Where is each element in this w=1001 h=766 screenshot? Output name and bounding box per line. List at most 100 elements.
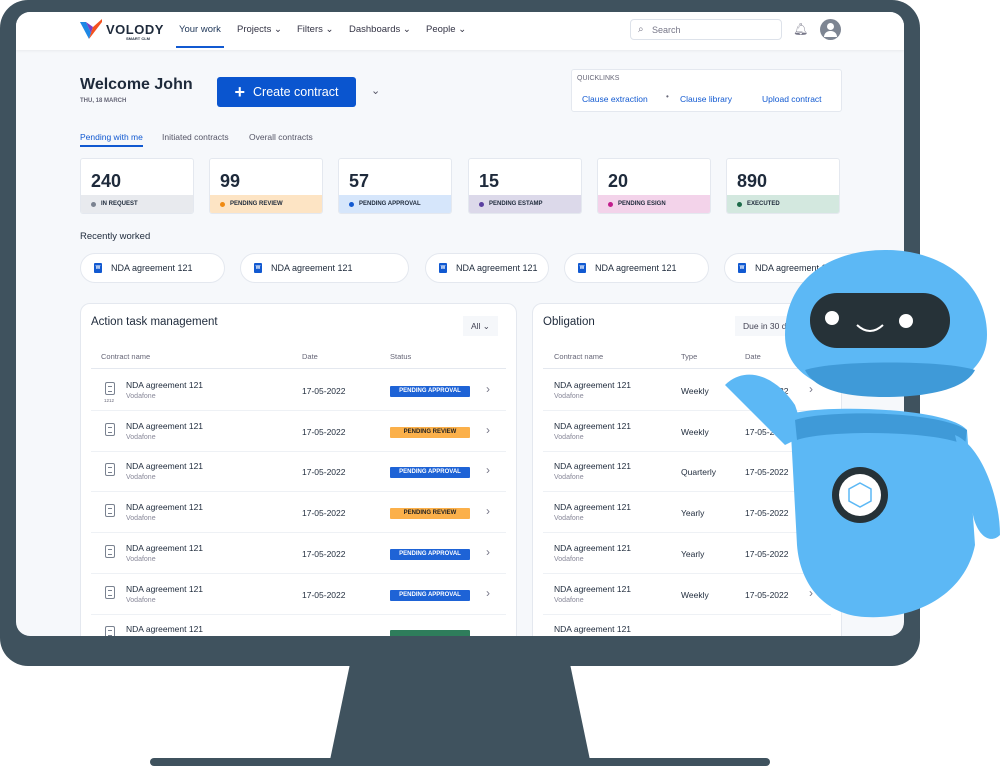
stat-value: 99 [220, 171, 241, 191]
table-row[interactable]: NDA agreement 121 [91, 614, 506, 636]
recent-item[interactable]: W NDA agreement 121 [240, 253, 409, 283]
nav-dashboards[interactable]: Dashboards ⌄ [349, 24, 411, 35]
contract-name: NDA agreement 121 [126, 502, 204, 513]
company-name: Vodafone [554, 596, 584, 604]
obligation-type: Yearly [681, 548, 705, 559]
chevron-right-icon[interactable]: › [486, 545, 490, 559]
table-row[interactable]: NDA agreement 121 Vodafone 17-05-2022 PENDI… [91, 411, 506, 452]
status-badge: PENDING APPROVAL [390, 386, 470, 397]
page-title: Welcome John [80, 76, 193, 93]
stat-label: IN REQUEST [81, 195, 193, 213]
column-header: Contract name [101, 352, 151, 361]
company-name: Vodafone [126, 433, 156, 441]
search-icon: ⌕ [638, 24, 644, 35]
date: 17-05-2022 [302, 508, 346, 519]
recent-item-label: NDA agreement 121 [595, 263, 677, 273]
panel-title: Action task management [91, 316, 218, 328]
table-row[interactable]: NDA agreement 121 Vodafone 17-05-2022 PENDI… [91, 492, 506, 534]
recent-item[interactable]: W NDA agreement 121 [80, 253, 225, 283]
chevron-down-icon[interactable]: ⌄ [371, 84, 380, 97]
stat-value: 240 [91, 171, 122, 191]
stat-card[interactable]: 99 PENDING REVIEW [209, 158, 323, 214]
nav-filters[interactable]: Filters ⌄ [297, 24, 333, 35]
company-name: Vodafone [554, 474, 584, 482]
chevron-right-icon[interactable]: › [486, 586, 490, 600]
stat-label: PENDING ESTAMP [469, 195, 581, 213]
chevron-right-icon[interactable]: › [486, 423, 490, 437]
bell-icon[interactable]: 🔔︎ [793, 22, 808, 36]
create-contract-label: Create contract [253, 85, 339, 99]
status-badge: PENDING APPROVAL [390, 548, 470, 560]
column-header: Type [681, 352, 698, 361]
date: 17-05-2022 [302, 589, 346, 600]
monitor-stand [330, 660, 590, 760]
status-badge: PENDING REVIEW [390, 508, 470, 520]
word-doc-icon: W [254, 263, 262, 273]
word-doc-icon: W [94, 263, 102, 273]
status-badge: PENDING APPROVAL [390, 467, 470, 479]
chevron-right-icon[interactable]: › [486, 504, 490, 518]
brand-name: VOLODY [106, 21, 164, 37]
top-nav: VOLODY SMART CLM Your work Projects ⌄ Fi… [16, 12, 904, 50]
tab-pending-with-me[interactable]: Pending with me [80, 132, 143, 147]
stat-label: PENDING ESIGN [598, 195, 710, 213]
contract-name: NDA agreement 121 [554, 624, 632, 635]
nav-projects[interactable]: Projects ⌄ [237, 24, 282, 35]
table-row[interactable]: NDA agreement 121 Vodafone 17-05-2022 PENDI… [91, 574, 506, 615]
company-name: Vodafone [126, 515, 156, 523]
company-name: Vodafone [126, 474, 156, 482]
logo: VOLODY SMART CLM [80, 19, 164, 41]
stat-card[interactable]: 240 IN REQUEST [80, 158, 194, 214]
brand-tagline: SMART CLM [126, 36, 150, 41]
stat-card[interactable]: 15 PENDING ESTAMP [468, 158, 582, 214]
chevron-right-icon[interactable]: › [486, 463, 490, 477]
separator-dot: • [666, 92, 669, 101]
nav-people[interactable]: People ⌄ [426, 24, 466, 35]
document-icon [105, 463, 115, 477]
tab-overall-contracts[interactable]: Overall contracts [249, 132, 313, 142]
document-icon [105, 504, 115, 518]
link-clause-extraction[interactable]: Clause extraction [582, 94, 648, 104]
obligation-type: Quarterly [681, 467, 716, 478]
action-filter-dropdown[interactable]: All ⌄ [463, 316, 498, 336]
link-clause-library[interactable]: Clause library [680, 94, 732, 104]
divider [91, 368, 506, 369]
stat-value: 20 [608, 171, 629, 191]
recent-item[interactable]: W NDA agreement 121 [425, 253, 549, 283]
word-doc-icon: W [439, 263, 447, 273]
recent-item[interactable]: W NDA agreement 121 [564, 253, 709, 283]
avatar[interactable] [820, 19, 841, 40]
document-icon [105, 585, 115, 599]
contract-name: NDA agreement 121 [126, 583, 204, 594]
recent-item-label: NDA agreement 121 [271, 263, 353, 273]
search-input[interactable]: ⌕ Search [630, 19, 782, 40]
company-name: Vodafone [126, 393, 156, 400]
stat-card[interactable]: 20 PENDING ESIGN [597, 158, 711, 214]
create-contract-button[interactable]: + Create contract [217, 77, 356, 107]
panel-title: Obligation [543, 316, 595, 328]
obligation-type: Weekly [681, 386, 709, 396]
status-badge [390, 630, 470, 636]
nav-your-work[interactable]: Your work [176, 24, 224, 48]
company-name: Vodafone [554, 433, 584, 441]
quicklinks-title: QUICKLINKS [577, 75, 620, 82]
plus-icon: + [234, 81, 246, 102]
date: 17-05-2022 [302, 386, 346, 396]
document-icon [105, 382, 115, 395]
date: 17-05-2022 [302, 426, 346, 437]
contract-name: NDA agreement 121 [126, 624, 204, 635]
stat-card[interactable]: 890 EXECUTED [726, 158, 840, 214]
stat-label: PENDING REVIEW [210, 195, 322, 213]
table-row[interactable]: NDA agreement 121 Vodafone 17-05-2022 PENDI… [91, 451, 506, 493]
table-row[interactable]: 1212 NDA agreement 121 Vodafone 17-05-2022 P… [91, 370, 506, 411]
stat-card[interactable]: 57 PENDING APPROVAL [338, 158, 452, 214]
company-name: Vodafone [126, 596, 156, 604]
table-row[interactable]: NDA agreement 121 Vodafone 17-05-2022 PENDI… [91, 533, 506, 574]
tab-initiated-contracts[interactable]: Initiated contracts [162, 132, 229, 142]
document-icon [105, 544, 115, 558]
contract-name: NDA agreement 121 [554, 380, 632, 390]
link-upload-contract[interactable]: Upload contract [762, 94, 822, 104]
document-icon [105, 422, 115, 436]
monitor-base [150, 758, 770, 766]
chevron-right-icon[interactable]: › [486, 382, 490, 396]
